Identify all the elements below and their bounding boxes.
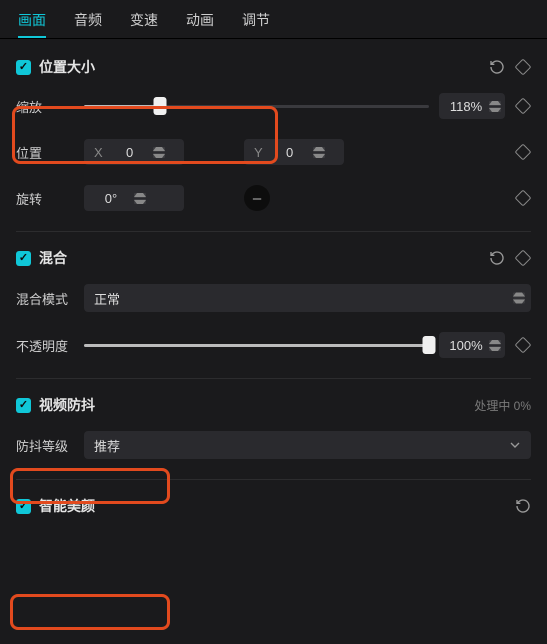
checkbox-beauty[interactable]: ✓ xyxy=(16,499,31,514)
label-rotation: 旋转 xyxy=(16,189,74,208)
section-title-beauty: 智能美颜 xyxy=(39,496,95,516)
checkbox-blend[interactable]: ✓ xyxy=(16,251,31,266)
slider-scale[interactable] xyxy=(84,97,429,115)
stepper-y[interactable] xyxy=(313,147,325,158)
keyframe-rotation-icon[interactable] xyxy=(515,190,531,206)
stepper-rotation[interactable] xyxy=(134,193,146,204)
input-opacity-value[interactable]: 100% xyxy=(439,332,505,358)
slider-opacity[interactable] xyxy=(84,336,429,354)
input-position-x[interactable]: X 0 xyxy=(84,139,184,165)
input-scale-value[interactable]: 118% xyxy=(439,93,505,119)
label-position: 位置 xyxy=(16,143,74,162)
label-opacity: 不透明度 xyxy=(16,336,74,355)
reset-blend-icon[interactable] xyxy=(489,250,505,266)
stepper-x[interactable] xyxy=(153,147,165,158)
stepper-blend-mode[interactable] xyxy=(513,293,525,304)
highlight-beauty xyxy=(10,594,170,630)
section-position-size: ✓ 位置大小 缩放 118% 位置 xyxy=(0,39,547,526)
reset-icon[interactable] xyxy=(489,59,505,75)
section-title-blend: 混合 xyxy=(39,248,67,268)
keyframe-icon[interactable] xyxy=(515,59,531,75)
reset-beauty-icon[interactable] xyxy=(515,498,531,514)
tab-adjust[interactable]: 调节 xyxy=(242,10,270,30)
checkbox-stabilize[interactable]: ✓ xyxy=(16,398,31,413)
tab-picture[interactable]: 画面 xyxy=(18,10,46,38)
section-blend: ✓ 混合 xyxy=(16,244,531,274)
select-stabilize-level[interactable]: 推荐 xyxy=(84,431,531,459)
section-title-stabilize: 视频防抖 xyxy=(39,395,95,415)
section-beauty: ✓ 智能美颜 xyxy=(16,492,531,522)
tab-audio[interactable]: 音频 xyxy=(74,10,102,30)
section-stabilize: ✓ 视频防抖 处理中 0% xyxy=(16,391,531,421)
label-scale: 缩放 xyxy=(16,97,74,116)
keyframe-position-icon[interactable] xyxy=(515,144,531,160)
select-blend-mode[interactable]: 正常 xyxy=(84,284,531,312)
tab-animation[interactable]: 动画 xyxy=(186,10,214,30)
section-title-position-size: 位置大小 xyxy=(39,57,95,77)
label-stabilize-level: 防抖等级 xyxy=(16,436,74,455)
stabilize-status: 处理中 0% xyxy=(474,397,531,414)
checkbox-position-size[interactable]: ✓ xyxy=(16,60,31,75)
input-position-y[interactable]: Y 0 xyxy=(244,139,344,165)
input-rotation[interactable]: 0° xyxy=(84,185,184,211)
keyframe-opacity-icon[interactable] xyxy=(515,337,531,353)
rotation-dial[interactable]: – xyxy=(244,185,270,211)
stepper-opacity[interactable] xyxy=(489,340,501,351)
tab-speed[interactable]: 变速 xyxy=(130,10,158,30)
chevron-down-icon xyxy=(507,437,523,453)
stepper-scale[interactable] xyxy=(489,101,501,112)
keyframe-blend-icon[interactable] xyxy=(515,250,531,266)
keyframe-scale-icon[interactable] xyxy=(515,98,531,114)
label-blend-mode: 混合模式 xyxy=(16,289,74,308)
top-tabs: 画面 音频 变速 动画 调节 xyxy=(0,0,547,39)
